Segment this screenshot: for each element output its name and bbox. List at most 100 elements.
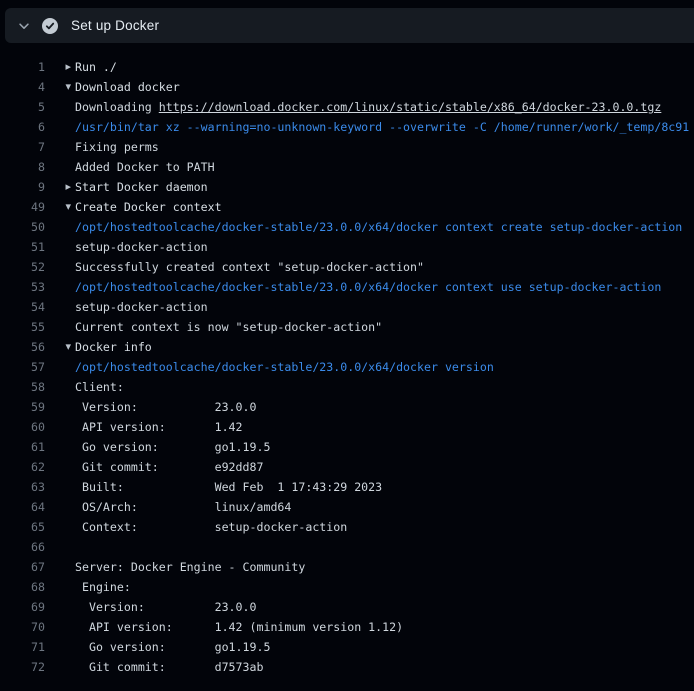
line-number[interactable]: 67: [0, 557, 45, 577]
line-number[interactable]: 64: [0, 497, 45, 517]
log-text: Git commit: d7573ab: [75, 657, 263, 677]
line-number[interactable]: 59: [0, 397, 45, 417]
line-number[interactable]: 52: [0, 257, 45, 277]
log-text: Client:: [75, 377, 124, 397]
log-group-row[interactable]: 1▸Run ./: [0, 57, 694, 77]
toggle-spacer: [45, 557, 75, 577]
log-group-row[interactable]: 9▸Start Docker daemon: [0, 177, 694, 197]
log-text: Git commit: e92dd87: [75, 457, 263, 477]
line-number[interactable]: 4: [0, 77, 45, 97]
log-container: 1▸Run ./4▾Download docker5Downloading ht…: [0, 43, 694, 677]
toggle-spacer: [45, 397, 75, 417]
line-number[interactable]: 60: [0, 417, 45, 437]
log-group-row[interactable]: 49▾Create Docker context: [0, 197, 694, 217]
line-number[interactable]: 54: [0, 297, 45, 317]
log-text: Go version: go1.19.5: [75, 437, 270, 457]
log-line: 51setup-docker-action: [0, 237, 694, 257]
log-line: 68 Engine:: [0, 577, 694, 597]
log-line: 55 Current context is now "setup-docker-a…: [0, 317, 694, 337]
toggle-spacer: [45, 137, 75, 157]
line-number[interactable]: 65: [0, 517, 45, 537]
line-number[interactable]: 51: [0, 237, 45, 257]
line-number[interactable]: 69: [0, 597, 45, 617]
log-line: 52Successfully created context "setup-do…: [0, 257, 694, 277]
line-number[interactable]: 63: [0, 477, 45, 497]
line-number[interactable]: 56: [0, 337, 45, 357]
toggle-spacer: [45, 517, 75, 537]
log-text: Built: Wed Feb 1 17:43:29 2023: [75, 477, 382, 497]
log-line: 50/opt/hostedtoolcache/docker-stable/23.…: [0, 217, 694, 237]
toggle-spacer: [45, 257, 75, 277]
line-number[interactable]: 1: [0, 57, 45, 77]
group-title: Start Docker daemon: [75, 177, 208, 197]
log-line: 59 Version: 23.0.0: [0, 397, 694, 417]
toggle-spacer: [45, 117, 75, 137]
line-number[interactable]: 66: [0, 537, 45, 557]
line-number[interactable]: 50: [0, 217, 45, 237]
line-number[interactable]: 55: [0, 317, 45, 337]
group-chevron-down-icon[interactable]: ▾: [45, 337, 75, 357]
group-title: Run ./: [75, 57, 117, 77]
log-text: Go version: go1.19.5: [75, 637, 270, 657]
log-text: API version: 1.42 (minimum version 1.12): [75, 617, 403, 637]
log-line: 58 Client:: [0, 377, 694, 397]
log-line: 63 Built: Wed Feb 1 17:43:29 2023: [0, 477, 694, 497]
line-number[interactable]: 71: [0, 637, 45, 657]
group-chevron-right-icon[interactable]: ▸: [45, 57, 75, 77]
toggle-spacer: [45, 417, 75, 437]
log-text: Added Docker to PATH: [75, 157, 215, 177]
line-number[interactable]: 70: [0, 617, 45, 637]
command-text: /opt/hostedtoolcache/docker-stable/23.0.…: [75, 217, 682, 237]
group-chevron-down-icon[interactable]: ▾: [45, 197, 75, 217]
log-line: 62 Git commit: e92dd87: [0, 457, 694, 477]
line-number[interactable]: 72: [0, 657, 45, 677]
line-number[interactable]: 62: [0, 457, 45, 477]
line-number[interactable]: 68: [0, 577, 45, 597]
log-line: 70 API version: 1.42 (minimum version 1.…: [0, 617, 694, 637]
toggle-spacer: [45, 377, 75, 397]
toggle-spacer: [45, 157, 75, 177]
line-number[interactable]: 8: [0, 157, 45, 177]
step-header[interactable]: Set up Docker: [5, 8, 694, 43]
group-title: Create Docker context: [75, 197, 222, 217]
line-number[interactable]: 53: [0, 277, 45, 297]
line-number[interactable]: 7: [0, 137, 45, 157]
log-text: Downloading https://download.docker.com/…: [75, 97, 661, 117]
line-number[interactable]: 5: [0, 97, 45, 117]
chevron-down-icon[interactable]: [17, 19, 31, 33]
toggle-spacer: [45, 477, 75, 497]
log-text: Fixing perms: [75, 137, 159, 157]
log-text: Engine:: [75, 577, 131, 597]
log-group-row[interactable]: 4▾Download docker: [0, 77, 694, 97]
log-text: Server: Docker Engine - Community: [75, 557, 305, 577]
log-text: Current context is now "setup-docker-act…: [75, 317, 382, 337]
line-number[interactable]: 57: [0, 357, 45, 377]
toggle-spacer: [45, 597, 75, 617]
command-text: /opt/hostedtoolcache/docker-stable/23.0.…: [75, 357, 494, 377]
line-number[interactable]: 61: [0, 437, 45, 457]
line-number[interactable]: 58: [0, 377, 45, 397]
actions-log-viewer: Set up Docker 1▸Run ./4▾Download docker5…: [0, 8, 694, 677]
log-group-row[interactable]: 56▾Docker info: [0, 337, 694, 357]
group-chevron-right-icon[interactable]: ▸: [45, 177, 75, 197]
step-title: Set up Docker: [71, 18, 159, 33]
log-line: 65 Context: setup-docker-action: [0, 517, 694, 537]
line-number[interactable]: 6: [0, 117, 45, 137]
toggle-spacer: [45, 497, 75, 517]
line-number[interactable]: 49: [0, 197, 45, 217]
log-line: 5 Downloading https://download.docker.com…: [0, 97, 694, 117]
toggle-spacer: [45, 617, 75, 637]
log-line: 53/opt/hostedtoolcache/docker-stable/23.…: [0, 277, 694, 297]
log-line: 71 Go version: go1.19.5: [0, 637, 694, 657]
log-line: 6/usr/bin/tar xz --warning=no-unknown-ke…: [0, 117, 694, 137]
log-line: 57/opt/hostedtoolcache/docker-stable/23.…: [0, 357, 694, 377]
toggle-spacer: [45, 537, 75, 557]
log-url-link[interactable]: https://download.docker.com/linux/static…: [159, 100, 662, 114]
log-line: 72 Git commit: d7573ab: [0, 657, 694, 677]
toggle-spacer: [45, 277, 75, 297]
log-line: 7 Fixing perms: [0, 137, 694, 157]
log-text: OS/Arch: linux/amd64: [75, 497, 291, 517]
line-number[interactable]: 9: [0, 177, 45, 197]
log-line: 61 Go version: go1.19.5: [0, 437, 694, 457]
group-chevron-down-icon[interactable]: ▾: [45, 77, 75, 97]
